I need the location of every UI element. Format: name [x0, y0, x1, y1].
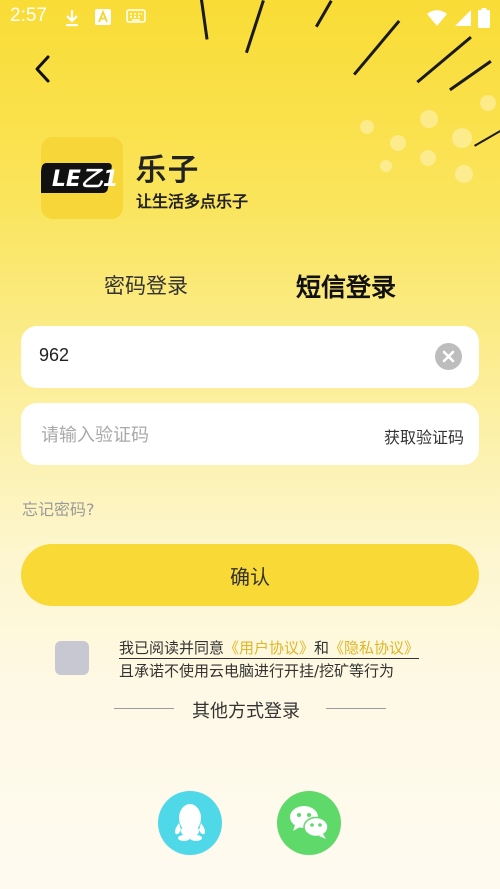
code-input[interactable]	[41, 421, 341, 449]
wechat-login-button[interactable]	[277, 791, 341, 855]
agreement-line2: 且承诺不使用云电脑进行开挂/挖矿等行为	[119, 662, 395, 680]
divider-right	[326, 708, 386, 709]
code-field: 获取验证码	[21, 403, 479, 465]
phone-value: 962	[39, 345, 70, 365]
status-time: 2:57	[10, 5, 47, 26]
divider-left	[114, 708, 174, 709]
qq-login-button[interactable]	[158, 791, 222, 855]
wifi-icon	[426, 9, 448, 31]
phone-field[interactable]: 962	[21, 326, 479, 388]
agreement-checkbox[interactable]	[55, 641, 89, 675]
download-icon	[64, 8, 80, 32]
chevron-left-icon	[28, 55, 58, 90]
svg-text:LE乙1: LE乙1	[52, 167, 118, 192]
close-icon	[435, 350, 462, 374]
keyboard-icon	[126, 8, 146, 32]
tab-sms-login[interactable]: 短信登录	[296, 268, 396, 304]
user-agreement-link[interactable]: 《用户协议》	[224, 639, 314, 657]
forgot-password-link[interactable]: 忘记密码?	[22, 496, 95, 520]
get-code-button[interactable]: 获取验证码	[384, 424, 464, 448]
app-slogan: 让生活多点乐子	[136, 192, 249, 211]
privacy-policy-link[interactable]: 《隐私协议》	[329, 639, 419, 657]
battery-icon	[478, 8, 490, 32]
app-logo: LE乙1	[41, 137, 123, 219]
clear-button[interactable]	[435, 343, 462, 370]
back-button[interactable]	[28, 52, 58, 86]
other-login-title: 其他方式登录	[192, 701, 300, 722]
tab-password-login[interactable]: 密码登录	[104, 270, 188, 300]
font-a-icon	[94, 8, 112, 32]
signal-icon	[454, 9, 472, 31]
confirm-button[interactable]: 确认	[21, 544, 479, 606]
status-bar: 2:57	[0, 0, 500, 36]
wechat-icon	[287, 801, 331, 845]
agreement-text: 我已阅读并同意《用户协议》和《隐私协议》 且承诺不使用云电脑进行开挂/挖矿等行为	[119, 637, 420, 683]
qq-icon	[170, 799, 210, 847]
app-name: 乐子	[136, 153, 200, 188]
